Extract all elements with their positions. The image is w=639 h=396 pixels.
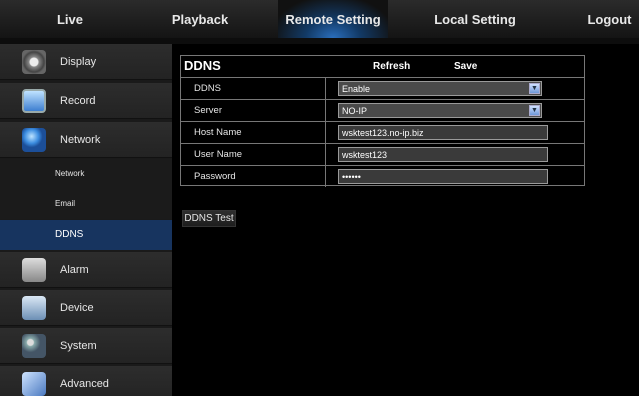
column-divider [325, 78, 326, 99]
user-name-input[interactable]: wsktest123 [338, 147, 548, 162]
sidebar-subitem-ddns[interactable]: DDNS [0, 220, 172, 250]
sidebar-subitem-network[interactable]: Network [0, 159, 172, 189]
sidebar-item-record[interactable]: Record [0, 83, 172, 119]
sidebar-item-label: Advanced [60, 378, 109, 390]
device-icon [22, 296, 46, 320]
ddns-select[interactable]: Enable ▼ [338, 81, 542, 96]
tab-local-setting[interactable]: Local Setting [420, 0, 530, 38]
logout-button[interactable]: Logout [580, 0, 639, 38]
sidebar: Display Record Network Network Email DDN… [0, 44, 172, 396]
sidebar-item-label: Record [60, 95, 96, 107]
sidebar-item-display[interactable]: Display [0, 44, 172, 80]
sidebar-item-advanced[interactable]: Advanced [0, 366, 172, 396]
panel-title: DDNS [184, 58, 221, 73]
host-name-row: Host Name wsktest123.no-ip.biz [181, 121, 584, 143]
sidebar-item-system[interactable]: System [0, 328, 172, 364]
sidebar-item-label: Network [60, 134, 101, 146]
network-icon [22, 128, 46, 152]
panel-header: DDNS Refresh Save [181, 56, 584, 76]
ddns-test-button[interactable]: DDNS Test [182, 210, 236, 227]
top-nav: Live Playback Remote Setting Local Setti… [0, 0, 639, 38]
user-name-row: User Name wsktest123 [181, 143, 584, 165]
server-row: Server NO-IP ▼ [181, 99, 584, 121]
advanced-icon [22, 372, 46, 396]
tab-remote-setting[interactable]: Remote Setting [278, 0, 388, 38]
sidebar-item-alarm[interactable]: Alarm [0, 252, 172, 288]
password-label: Password [194, 171, 236, 182]
sidebar-subitem-label: DDNS [55, 229, 84, 240]
tab-playback[interactable]: Playback [160, 0, 240, 38]
ddns-label: DDNS [194, 83, 221, 94]
column-divider [325, 166, 326, 187]
column-divider [325, 100, 326, 121]
refresh-button[interactable]: Refresh [373, 61, 410, 72]
password-input[interactable]: •••••• [338, 169, 548, 184]
alarm-icon [22, 258, 46, 282]
sidebar-item-label: System [60, 340, 97, 352]
sidebar-item-network[interactable]: Network [0, 122, 172, 158]
sidebar-item-label: Alarm [60, 264, 89, 276]
server-select-value: NO-IP [342, 106, 368, 116]
column-divider [325, 122, 326, 143]
ddns-row: DDNS Enable ▼ [181, 77, 584, 99]
sidebar-subitem-email[interactable]: Email [0, 189, 172, 219]
sidebar-item-label: Display [60, 56, 97, 68]
host-name-label: Host Name [194, 127, 242, 138]
chevron-down-icon[interactable]: ▼ [529, 83, 540, 94]
ddns-select-value: Enable [342, 84, 371, 94]
sidebar-item-label: Device [60, 302, 94, 314]
record-icon [22, 89, 46, 113]
tab-live[interactable]: Live [30, 0, 110, 38]
save-button[interactable]: Save [454, 61, 477, 72]
user-name-label: User Name [194, 149, 243, 160]
host-name-input[interactable]: wsktest123.no-ip.biz [338, 125, 548, 140]
display-icon [22, 50, 46, 74]
sidebar-item-device[interactable]: Device [0, 290, 172, 326]
system-icon [22, 334, 46, 358]
server-label: Server [194, 105, 222, 116]
main-content: DDNS Refresh Save DDNS Enable ▼ Server N… [172, 44, 639, 396]
server-select[interactable]: NO-IP ▼ [338, 103, 542, 118]
chevron-down-icon[interactable]: ▼ [529, 105, 540, 116]
password-row: Password •••••• [181, 165, 584, 187]
column-divider [325, 144, 326, 165]
sidebar-subitem-label: Email [55, 199, 76, 208]
ddns-panel: DDNS Refresh Save DDNS Enable ▼ Server N… [180, 55, 585, 187]
sidebar-subitem-label: Network [55, 169, 85, 178]
